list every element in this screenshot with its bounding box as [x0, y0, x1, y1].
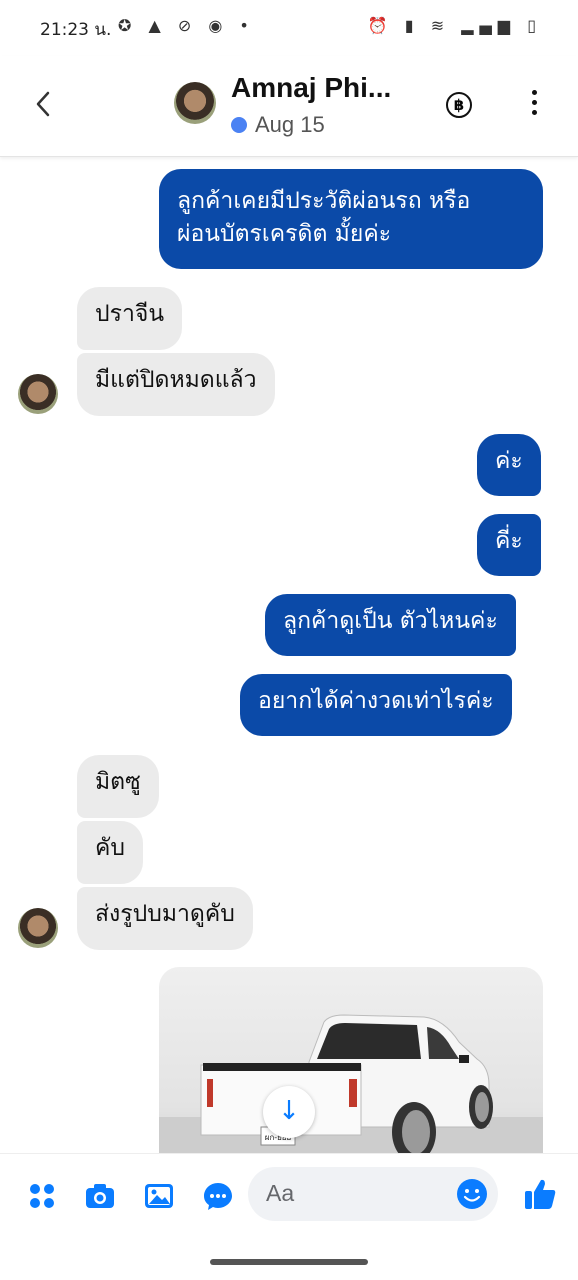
message-input-placeholder: Aa: [266, 1180, 295, 1206]
message-outgoing[interactable]: ลูกค้าดูเป็น ตัวไหนค่ะ: [265, 594, 516, 656]
last-active-date: Aug 15: [255, 112, 325, 137]
emoji-icon[interactable]: [457, 1179, 487, 1209]
message-outgoing[interactable]: ค่ะ: [477, 434, 541, 496]
message-outgoing[interactable]: อยากได้ค่างวดเท่าไรค่ะ: [240, 674, 512, 736]
message-input[interactable]: Aa: [248, 1167, 498, 1221]
message-incoming[interactable]: มีแต่ปิดหมดแล้ว: [77, 353, 275, 416]
online-dot-icon: [231, 117, 247, 133]
status-time: 21:23 น.: [40, 20, 112, 40]
message-outgoing[interactable]: คี่ะ: [477, 514, 541, 576]
more-vertical-icon[interactable]: [524, 86, 544, 122]
message-incoming[interactable]: มิตซู: [77, 755, 159, 818]
back-chevron-icon[interactable]: [30, 84, 58, 124]
pickup-truck-image: ผก-ยยย: [159, 1014, 543, 1167]
message-incoming[interactable]: คับ: [77, 821, 143, 884]
message-outgoing[interactable]: ลูกค้าเคยมีประวัติผ่อนรถ หรือ ผ่อนบัตรเค…: [159, 169, 543, 269]
sender-avatar[interactable]: [18, 374, 58, 414]
message-text-line: ผ่อนบัตรเครดิต มั้ยค่ะ: [177, 221, 392, 247]
message-incoming[interactable]: ปราจีน: [77, 287, 183, 350]
thumbs-up-icon[interactable]: [522, 1176, 558, 1212]
message-incoming[interactable]: ส่งรูปบมาดูคับ: [77, 887, 253, 950]
chat-header: Amnaj Phi... Aug 15 ฿: [0, 56, 578, 157]
gesture-navigation-bar[interactable]: [210, 1259, 368, 1265]
system-status-icons: ⏰ ▮ ≋ ▂▄▆ ▯: [367, 16, 542, 35]
contact-name[interactable]: Amnaj Phi...: [231, 72, 391, 104]
message-composer: Aa: [0, 1153, 578, 1238]
notification-icons: ✪ ▲ ⊘ ◉ •: [118, 16, 255, 35]
contact-avatar[interactable]: [174, 82, 216, 124]
photo-attachment[interactable]: ผก-ยยย: [159, 967, 543, 1167]
scroll-to-bottom-icon[interactable]: ↓: [263, 1086, 315, 1138]
apps-grid-icon[interactable]: [26, 1180, 58, 1212]
chat-bubble-icon[interactable]: [202, 1180, 234, 1212]
last-active: Aug 15: [231, 112, 325, 138]
gallery-icon[interactable]: [143, 1180, 175, 1212]
camera-icon[interactable]: [84, 1180, 116, 1212]
sender-avatar[interactable]: [18, 908, 58, 948]
message-text-line: ลูกค้าเคยมีประวัติผ่อนรถ หรือ: [177, 188, 471, 214]
baht-coin-icon[interactable]: ฿: [446, 92, 472, 118]
status-bar: 21:23 น. ✪ ▲ ⊘ ◉ • ⏰ ▮ ≋ ▂▄▆ ▯: [0, 0, 578, 56]
